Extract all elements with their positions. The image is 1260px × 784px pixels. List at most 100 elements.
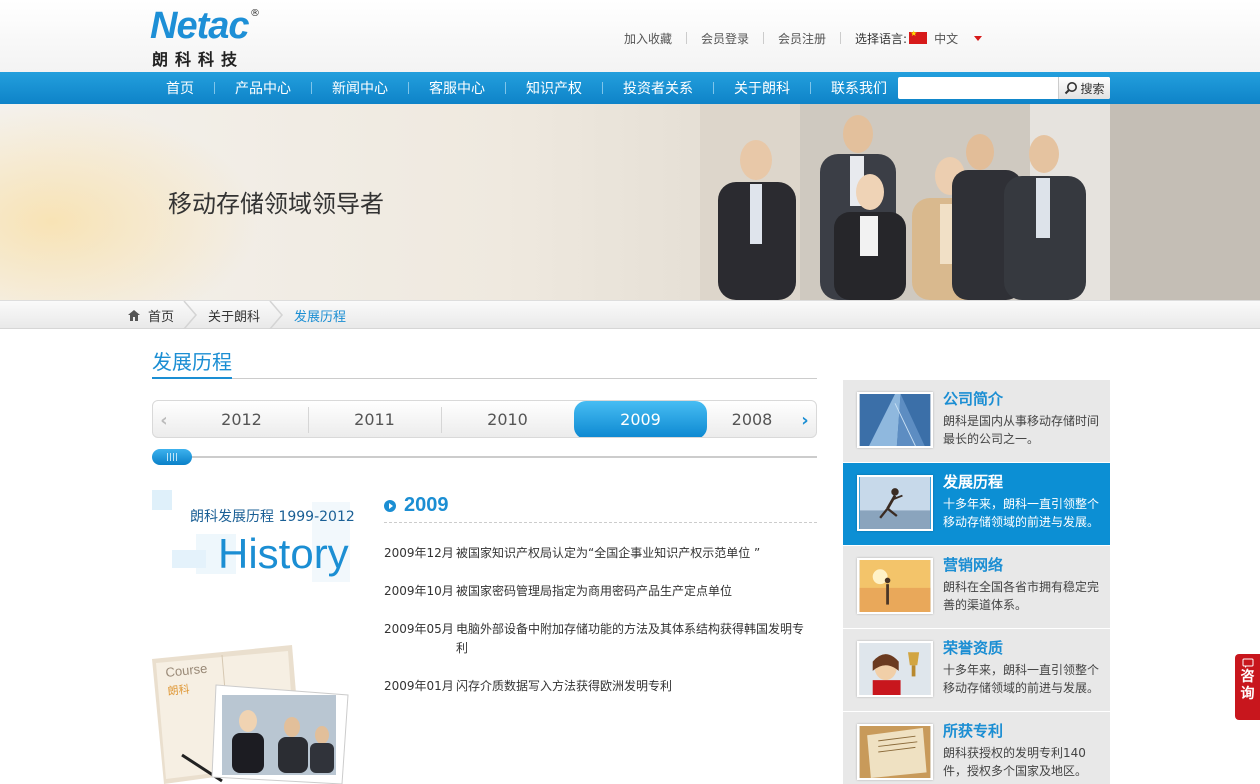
decor-square	[152, 490, 172, 510]
china-flag-icon	[909, 29, 928, 44]
nav-item-service[interactable]: 客服中心	[409, 78, 505, 98]
top-link-divider	[686, 32, 688, 44]
logo-registered-mark: ®	[250, 8, 260, 19]
search-button[interactable]: 搜索	[1058, 77, 1110, 99]
event-date: 2009年01月	[384, 679, 454, 693]
consult-char: 咨	[1240, 669, 1255, 685]
sidebar-item-title: 荣誉资质	[943, 639, 1004, 657]
timeline-events: 2009年12月 被国家知识产权局认定为“全国企事业知识产权示范单位 ” 200…	[384, 544, 814, 715]
sidebar-item-desc: 朗科获授权的发明专利140件，授权多个国家及地区。	[943, 746, 1088, 778]
event-description: 被国家知识产权局认定为“全国企事业知识产权示范单位 ”	[456, 546, 761, 560]
breadcrumb-home[interactable]: 首页	[148, 306, 174, 325]
sidebar-item-desc: 十多年来，朗科一直引领整个移动存储领域的前进与发展。	[943, 663, 1100, 695]
timeline-event: 2009年01月 闪存介质数据写入方法获得欧洲发明专利	[384, 677, 814, 696]
building-thumbnail	[857, 392, 933, 448]
map-thumbnail	[857, 558, 933, 614]
breadcrumb-chevron-icon	[269, 301, 284, 329]
nav-items: 首页 产品中心 新闻中心 客服中心 知识产权 投资者关系 关于朗科 联系我们	[146, 72, 907, 104]
nav-item-investors[interactable]: 投资者关系	[603, 78, 713, 98]
event-description: 电脑外部设备中附加存储功能的方法及其体系结构获得韩国发明专利	[456, 622, 805, 655]
page-title: 发展历程	[152, 350, 232, 374]
site-header: Netac ® 朗科科技 加入收藏 会员登录 会员注册 选择语言: 中文	[0, 0, 1260, 72]
consult-float-button[interactable]: 咨 询	[1235, 654, 1260, 720]
year-tab-2008[interactable]: 2008	[707, 401, 797, 437]
history-subtitle: 朗科发展历程 1999-2012	[190, 509, 355, 525]
scrollbar-track	[152, 456, 817, 458]
sidebar-item-desc: 朗科在全国各省市拥有稳定完善的渠道体系。	[943, 580, 1100, 612]
year-tab-2010[interactable]: 2010	[441, 401, 574, 437]
event-description: 被国家密码管理局指定为商用密码产品生产定点单位	[456, 584, 733, 598]
nav-item-home[interactable]: 首页	[146, 78, 214, 98]
event-date: 2009年05月	[384, 622, 454, 636]
about-sidebar: 公司简介 朗科是国内从事移动存储时间最长的公司之一。 发展历程 十多年来，朗科一…	[843, 380, 1110, 784]
year-tab-2009[interactable]: 2009	[574, 401, 707, 437]
language-label: 选择语言:	[855, 31, 908, 46]
netac-logo[interactable]: Netac ® 朗科科技	[150, 5, 262, 69]
history-title: History	[218, 530, 349, 577]
sidebar-item-desc: 十多年来，朗科一直引领整个移动存储领域的前进与发展。	[943, 497, 1100, 529]
sidebar-item-desc: 朗科是国内从事移动存储时间最长的公司之一。	[943, 414, 1100, 446]
language-value: 中文	[934, 31, 959, 46]
year-selector: ‹ 2012 2011 2010 2009 2008 ›	[152, 400, 817, 438]
sidebar-item-title: 发展历程	[943, 473, 1004, 491]
decor-square	[172, 550, 206, 568]
search-input[interactable]	[898, 77, 1058, 99]
member-register-link[interactable]: 会员注册	[778, 30, 826, 47]
consult-char: 询	[1240, 686, 1255, 702]
banner-title: 移动存储领域领导者	[168, 190, 384, 218]
timeline-year-heading: 2009	[384, 494, 449, 517]
breadcrumb-chevron-icon	[183, 301, 198, 329]
logo-chinese-name: 朗科科技	[152, 50, 245, 69]
home-icon	[128, 309, 140, 321]
scrollbar-handle[interactable]	[152, 449, 192, 465]
breadcrumb-about[interactable]: 关于朗科	[208, 306, 260, 325]
timeline-event: 2009年12月 被国家知识产权局认定为“全国企事业知识产权示范单位 ”	[384, 544, 814, 563]
top-link-divider	[840, 32, 842, 44]
timeline-event: 2009年05月 电脑外部设备中附加存储功能的方法及其体系结构获得韩国发明专利	[384, 620, 814, 658]
search-button-label: 搜索	[1080, 81, 1105, 96]
nav-item-about[interactable]: 关于朗科	[714, 78, 810, 98]
event-date: 2009年12月	[384, 546, 454, 560]
sidebar-item-title: 公司简介	[943, 390, 1004, 408]
patent-thumbnail	[857, 724, 933, 780]
year-scrollbar	[152, 449, 817, 465]
breadcrumb-bar: 首页 关于朗科 发展历程	[0, 300, 1260, 329]
caret-down-icon	[974, 35, 983, 41]
year-tab-2012[interactable]: 2012	[175, 401, 308, 437]
sidebar-item-marketing-network[interactable]: 营销网络 朗科在全国各省市拥有稳定完善的渠道体系。	[843, 546, 1110, 628]
title-divider	[152, 378, 817, 379]
timeline-divider	[384, 522, 817, 523]
hero-banner: 移动存储领域领导者	[0, 104, 1260, 300]
sidebar-item-honors[interactable]: 荣誉资质 十多年来，朗科一直引领整个移动存储领域的前进与发展。	[843, 629, 1110, 711]
event-date: 2009年10月	[384, 584, 454, 598]
language-selector[interactable]: 中文	[907, 29, 983, 47]
year-tab-2011[interactable]: 2011	[308, 401, 441, 437]
timeline-year: 2009	[404, 494, 449, 516]
search-box: 搜索	[898, 77, 1110, 99]
year-next-button[interactable]: ›	[794, 401, 816, 437]
arrow-bullet-icon	[384, 499, 396, 512]
team-photo	[700, 104, 1260, 300]
nav-item-news[interactable]: 新闻中心	[312, 78, 408, 98]
sidebar-item-company-profile[interactable]: 公司简介 朗科是国内从事移动存储时间最长的公司之一。	[843, 380, 1110, 462]
add-favorite-link[interactable]: 加入收藏	[624, 30, 672, 47]
nav-item-products[interactable]: 产品中心	[215, 78, 311, 98]
magnifier-icon	[1065, 82, 1078, 95]
nav-item-contact[interactable]: 联系我们	[811, 78, 907, 98]
breadcrumb-current: 发展历程	[294, 309, 347, 325]
course-book-image: Course 朗科	[152, 645, 349, 784]
breadcrumb: 首页 关于朗科 发展历程	[128, 301, 346, 329]
book-cn-text: 朗科	[167, 682, 190, 698]
history-banner: 朗科发展历程 1999-2012 History	[152, 490, 355, 590]
logo-wordmark: Netac	[150, 5, 249, 47]
runner-thumbnail	[857, 475, 933, 531]
sidebar-item-title: 所获专利	[943, 722, 1004, 740]
year-prev-button[interactable]: ‹	[153, 401, 175, 437]
member-login-link[interactable]: 会员登录	[701, 30, 749, 47]
top-link-divider	[763, 32, 765, 44]
nav-item-ip[interactable]: 知识产权	[506, 78, 602, 98]
sidebar-item-history[interactable]: 发展历程 十多年来，朗科一直引领整个移动存储领域的前进与发展。	[843, 463, 1110, 545]
event-description: 闪存介质数据写入方法获得欧洲发明专利	[456, 679, 673, 693]
timeline-event: 2009年10月 被国家密码管理局指定为商用密码产品生产定点单位	[384, 582, 814, 601]
sidebar-item-patents[interactable]: 所获专利 朗科获授权的发明专利140件，授权多个国家及地区。	[843, 712, 1110, 784]
